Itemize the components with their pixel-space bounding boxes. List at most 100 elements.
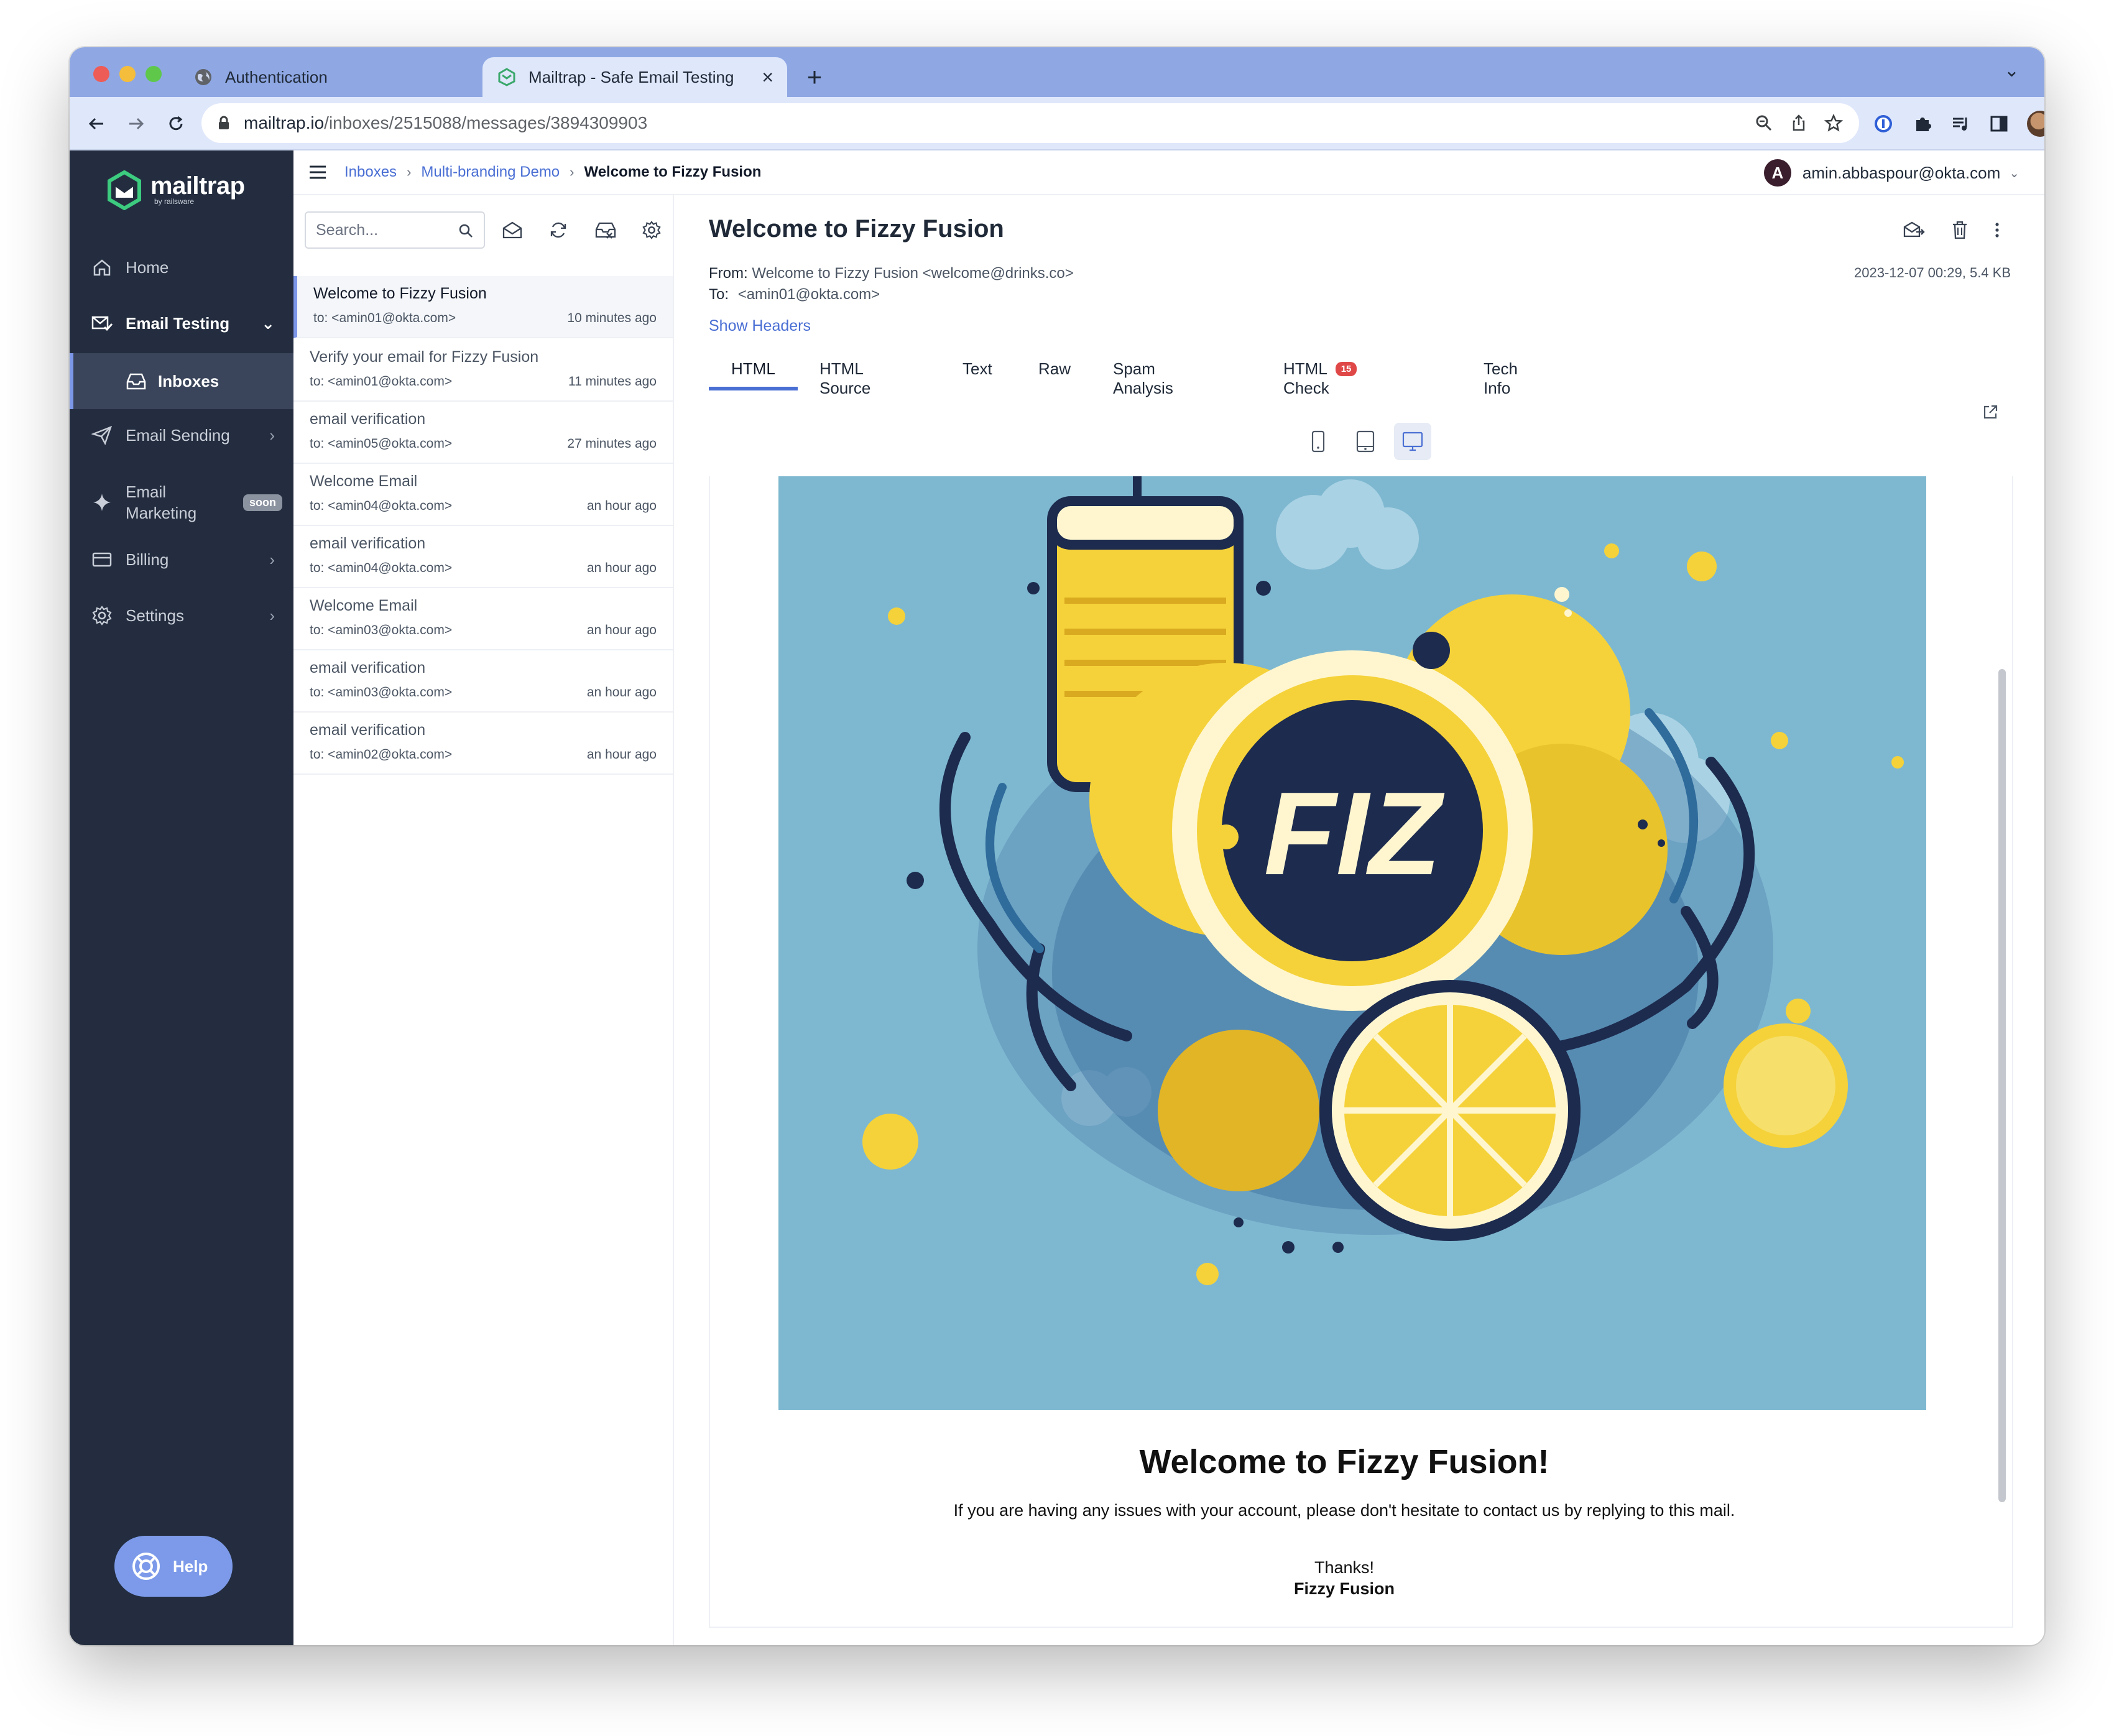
new-tab-button[interactable]: + bbox=[795, 57, 834, 97]
email-signature: Fizzy Fusion bbox=[1294, 1579, 1395, 1598]
to-line: To: <amin01@okta.com> bbox=[709, 286, 880, 303]
search-icon[interactable] bbox=[458, 223, 474, 239]
message-title: Welcome to Fizzy Fusion bbox=[709, 215, 1004, 242]
minimize-window-dot[interactable] bbox=[119, 66, 136, 82]
tab-html-source[interactable]: HTML Source bbox=[819, 351, 870, 397]
address-bar[interactable]: mailtrap.io/inboxes/2515088/messages/389… bbox=[201, 103, 1859, 143]
tab-tech-info[interactable]: Tech Info bbox=[1484, 351, 1518, 397]
from-line: From: Welcome to Fizzy Fusion <welcome@d… bbox=[709, 265, 1074, 282]
sidebar-item-email-testing[interactable]: Email Testing ⌄ bbox=[70, 297, 293, 349]
settings-gear-icon[interactable] bbox=[639, 218, 664, 242]
sparkle-icon bbox=[90, 492, 114, 513]
list-item[interactable]: Welcome Email to: <amin04@okta.com> an h… bbox=[293, 464, 673, 526]
mailtrap-logo[interactable]: mailtrap by railsware bbox=[107, 170, 245, 210]
message-time: an hour ago bbox=[586, 623, 657, 637]
send-icon bbox=[90, 425, 114, 445]
clear-inbox-icon[interactable] bbox=[593, 218, 618, 242]
desktop-preview-icon[interactable] bbox=[1394, 423, 1431, 460]
zoom-window-dot[interactable] bbox=[145, 66, 162, 82]
close-window-dot[interactable] bbox=[93, 66, 109, 82]
help-button[interactable]: Help bbox=[114, 1536, 233, 1597]
mark-read-icon[interactable] bbox=[500, 218, 525, 242]
message-subject: Verify your email for Fizzy Fusion bbox=[310, 348, 539, 366]
mailtrap-logo-icon bbox=[108, 170, 141, 210]
tab-title: Authentication bbox=[225, 67, 328, 86]
tab-spam-analysis[interactable]: Spam Analysis bbox=[1113, 351, 1173, 397]
tab-raw[interactable]: Raw bbox=[1038, 351, 1071, 390]
mobile-preview-icon[interactable] bbox=[1299, 423, 1337, 460]
sidebar-item-label: Settings bbox=[126, 606, 184, 625]
list-item[interactable]: email verification to: <amin03@okta.com>… bbox=[293, 650, 673, 713]
preview-scrollbar[interactable] bbox=[1998, 669, 2006, 1502]
list-item[interactable]: Welcome to Fizzy Fusion to: <amin01@okta… bbox=[293, 276, 673, 338]
forward-arrow-icon[interactable] bbox=[122, 109, 150, 138]
forward-email-icon[interactable] bbox=[1903, 221, 1925, 239]
tab-html[interactable]: HTML bbox=[709, 351, 798, 390]
refresh-icon[interactable] bbox=[546, 218, 571, 242]
side-panel-icon[interactable] bbox=[1990, 114, 2008, 133]
reload-icon[interactable] bbox=[162, 109, 190, 138]
search-input[interactable] bbox=[316, 221, 453, 239]
breadcrumb-inboxes[interactable]: Inboxes bbox=[344, 164, 397, 181]
fizzy-drink-illustration: FIZ bbox=[778, 476, 1926, 1410]
html-check-count-badge: 15 bbox=[1335, 362, 1357, 376]
open-external-icon[interactable] bbox=[1982, 404, 1998, 420]
to-value: <amin01@okta.com> bbox=[737, 286, 880, 303]
media-controls-icon[interactable] bbox=[1951, 114, 1971, 134]
sidebar-item-inboxes[interactable]: Inboxes bbox=[70, 353, 293, 409]
url-text: mailtrap.io/inboxes/2515088/messages/389… bbox=[244, 113, 647, 133]
close-icon[interactable]: × bbox=[762, 66, 773, 89]
bookmark-star-icon[interactable] bbox=[1824, 114, 1843, 132]
message-time: 27 minutes ago bbox=[567, 436, 657, 451]
list-item[interactable]: Verify your email for Fizzy Fusion to: <… bbox=[293, 339, 673, 402]
sidebar-item-email-marketing[interactable]: Email Marketing soon bbox=[70, 474, 293, 531]
tab-label: Tech Info bbox=[1484, 359, 1518, 397]
tablet-preview-icon[interactable] bbox=[1347, 423, 1384, 460]
list-item[interactable]: email verification to: <amin02@okta.com>… bbox=[293, 713, 673, 775]
message-recipient: to: <amin02@okta.com> bbox=[310, 747, 453, 762]
message-subject: email verification bbox=[310, 721, 426, 739]
sidebar-item-home[interactable]: Home bbox=[70, 241, 293, 293]
list-item[interactable]: email verification to: <amin04@okta.com>… bbox=[293, 526, 673, 588]
message-recipient: to: <amin03@okta.com> bbox=[310, 623, 453, 637]
tab-text[interactable]: Text bbox=[962, 351, 992, 390]
browser-toolbar: mailtrap.io/inboxes/2515088/messages/389… bbox=[70, 97, 2044, 150]
sidebar-item-billing[interactable]: Billing › bbox=[70, 533, 293, 586]
gear-icon bbox=[90, 605, 114, 626]
extensions-puzzle-icon[interactable] bbox=[1913, 114, 1932, 134]
list-item[interactable]: Welcome Email to: <amin03@okta.com> an h… bbox=[293, 588, 673, 650]
message-time: an hour ago bbox=[586, 499, 657, 513]
breadcrumb-project[interactable]: Multi-branding Demo bbox=[421, 164, 560, 181]
tab-title: Mailtrap - Safe Email Testing bbox=[528, 67, 734, 86]
chevron-right-icon: › bbox=[269, 550, 275, 569]
zoom-icon[interactable] bbox=[1755, 114, 1773, 132]
message-subject: Welcome to Fizzy Fusion bbox=[313, 285, 487, 302]
tab-search-chevron-icon[interactable]: ⌄ bbox=[2004, 60, 2019, 81]
sidebar-item-settings[interactable]: Settings › bbox=[70, 589, 293, 642]
breadcrumb-current: Welcome to Fizzy Fusion bbox=[584, 164, 762, 180]
tab-label: HTML Check bbox=[1283, 359, 1329, 397]
tab-mailtrap[interactable]: Mailtrap - Safe Email Testing × bbox=[482, 57, 787, 97]
tab-label: Spam Analysis bbox=[1113, 359, 1173, 397]
share-icon[interactable] bbox=[1789, 114, 1808, 132]
password-manager-icon[interactable] bbox=[1873, 113, 1894, 134]
lock-icon bbox=[218, 116, 230, 131]
sidebar: mailtrap by railsware Home Email Testing… bbox=[70, 150, 293, 1645]
url-host: mailtrap.io bbox=[244, 113, 325, 132]
hamburger-menu-icon[interactable] bbox=[308, 165, 327, 180]
label-line-2: Marketing bbox=[126, 504, 197, 522]
sidebar-item-label: Email Sending bbox=[126, 425, 230, 445]
tab-html-check[interactable]: HTML Check 15 bbox=[1283, 351, 1357, 397]
profile-avatar[interactable] bbox=[2027, 111, 2044, 137]
more-vertical-icon[interactable] bbox=[1995, 221, 2000, 239]
sidebar-item-email-sending[interactable]: Email Sending › bbox=[70, 409, 293, 461]
list-item[interactable]: email verification to: <amin05@okta.com>… bbox=[293, 402, 673, 464]
show-headers-link[interactable]: Show Headers bbox=[709, 317, 811, 335]
message-subject: email verification bbox=[310, 535, 426, 552]
user-avatar: A bbox=[1763, 159, 1791, 187]
message-recipient: to: <amin01@okta.com> bbox=[310, 374, 453, 389]
back-arrow-icon[interactable] bbox=[82, 109, 111, 138]
user-menu[interactable]: A amin.abbaspour@okta.com ⌄ bbox=[1763, 158, 2019, 188]
tab-label: Text bbox=[962, 359, 992, 378]
trash-icon[interactable] bbox=[1951, 220, 1969, 240]
